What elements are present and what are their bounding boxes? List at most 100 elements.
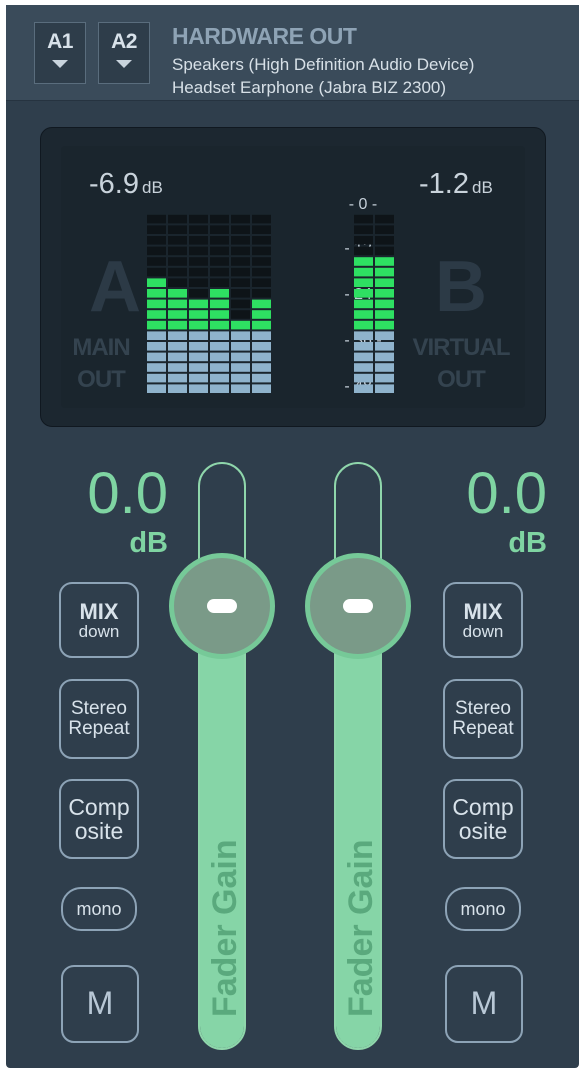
left-meter-bar-3-seg-9 bbox=[210, 289, 229, 298]
left-meter-bar-5-seg-8 bbox=[252, 299, 271, 309]
a2-output-button[interactable]: A2 bbox=[98, 22, 150, 84]
device-name-2[interactable]: Headset Earphone (Jabra BIZ 2300) bbox=[172, 78, 446, 98]
left-meter-bar-0-seg-2 bbox=[147, 363, 166, 372]
chevron-down-icon bbox=[52, 60, 68, 68]
left-meter-bar-4-seg-11 bbox=[231, 267, 250, 277]
left-meter-bar-5-seg-10 bbox=[252, 278, 271, 287]
left-meter-bar-2-seg-8 bbox=[189, 299, 208, 309]
mono-label: mono bbox=[460, 898, 506, 919]
a2-label: A2 bbox=[111, 30, 137, 53]
composite-button-left[interactable]: Comp osite bbox=[59, 779, 139, 859]
left-meter-bar-1-seg-4 bbox=[168, 342, 187, 351]
left-meter-bar-2-seg-15 bbox=[189, 225, 208, 234]
composite-button-right[interactable]: Comp osite bbox=[443, 779, 523, 859]
knob-indicator bbox=[207, 599, 237, 613]
right-meter-bar-1-seg-2 bbox=[375, 363, 394, 372]
gain-value-right: 0.0 bbox=[466, 461, 547, 526]
right-meter-bar-1-seg-14 bbox=[375, 236, 394, 245]
right-meter-bar-0-seg-11 bbox=[354, 267, 373, 277]
left-meter-bar-2-seg-9 bbox=[189, 289, 208, 298]
right-meter-bar-1-seg-9 bbox=[375, 289, 394, 298]
left-meter-bar-2-seg-11 bbox=[189, 267, 208, 277]
right-meter-bar-1-seg-3 bbox=[375, 352, 394, 362]
fader-gain-label-left: Fader Gain bbox=[206, 839, 244, 1017]
mono-button-right[interactable]: mono bbox=[445, 887, 521, 931]
left-meter-bar-2-seg-5 bbox=[189, 331, 208, 340]
hardware-out-panel: A1 A2 HARDWARE OUT Speakers (High Defini… bbox=[6, 5, 579, 1068]
left-meter-bar-4-seg-1 bbox=[231, 373, 250, 383]
fader-knob-right[interactable] bbox=[305, 553, 411, 659]
left-meter-bar-0-seg-4 bbox=[147, 342, 166, 351]
right-meter-bar-1-seg-5 bbox=[375, 331, 394, 340]
left-meter-bar-0-seg-7 bbox=[147, 310, 166, 319]
right-meter-bar-0-seg-6 bbox=[354, 320, 373, 330]
left-meter-bar-4-seg-10 bbox=[231, 278, 250, 287]
fader-gain-label-right: Fader Gain bbox=[342, 839, 380, 1017]
left-meter-bar-2-seg-1 bbox=[189, 373, 208, 383]
left-meter-bar-0-seg-16 bbox=[147, 214, 166, 224]
left-meter-bar-5-seg-6 bbox=[252, 320, 271, 330]
left-meter-bar-3-seg-11 bbox=[210, 267, 229, 277]
left-meter-bar-2-seg-4 bbox=[189, 342, 208, 351]
right-meter-bar-1-seg-0 bbox=[375, 384, 394, 393]
left-meter-bar-4-seg-6 bbox=[231, 320, 250, 330]
header: A1 A2 HARDWARE OUT Speakers (High Defini… bbox=[6, 5, 579, 101]
left-meter-bar-1-seg-3 bbox=[168, 352, 187, 362]
mute-button-right[interactable]: M bbox=[445, 965, 523, 1043]
left-meter-bar-5-seg-3 bbox=[252, 352, 271, 362]
left-meter-bar-3-seg-14 bbox=[210, 236, 229, 245]
right-meter-bar-1-seg-7 bbox=[375, 310, 394, 319]
left-meter-bar-1-seg-11 bbox=[168, 267, 187, 277]
right-meter-bar-0-seg-1 bbox=[354, 373, 373, 383]
left-meter-bar-0-seg-11 bbox=[147, 267, 166, 277]
left-meter-bar-4-seg-4 bbox=[231, 342, 250, 351]
a1-output-button[interactable]: A1 bbox=[34, 22, 86, 84]
mix-down-button-right[interactable]: MIX down bbox=[443, 582, 523, 658]
left-meter-bar-3-seg-6 bbox=[210, 320, 229, 330]
stereo-repeat-button-right[interactable]: Stereo Repeat bbox=[443, 679, 523, 759]
fader-knob-left[interactable] bbox=[169, 553, 275, 659]
right-meter-bar-1-seg-10 bbox=[375, 278, 394, 287]
left-meter-bar-1-seg-12 bbox=[168, 257, 187, 266]
left-meter-bar-0-seg-12 bbox=[147, 257, 166, 266]
right-meter-bar-0-seg-12 bbox=[354, 257, 373, 266]
mix-down-button-left[interactable]: MIX down bbox=[59, 582, 139, 658]
left-meter-bar-0-seg-0 bbox=[147, 384, 166, 393]
device-name-1[interactable]: Speakers (High Definition Audio Device) bbox=[172, 55, 474, 75]
osite-label: osite bbox=[74, 818, 124, 844]
left-meter-bar-4-seg-15 bbox=[231, 225, 250, 234]
left-meter-bar-1-seg-10 bbox=[168, 278, 187, 287]
left-meter-bar-1-seg-2 bbox=[168, 363, 187, 372]
left-meter-bar-0-seg-9 bbox=[147, 289, 166, 298]
meter-screen: -6.9 dB -1.2 dB A MAIN OUT B VIRTUAL OUT -… bbox=[61, 146, 525, 408]
left-meter-bar-3-seg-10 bbox=[210, 278, 229, 287]
repeat-label: Repeat bbox=[68, 718, 130, 739]
mute-button-left[interactable]: M bbox=[61, 965, 139, 1043]
repeat-label: Repeat bbox=[452, 718, 514, 739]
right-meter-bar-1-seg-15 bbox=[375, 225, 394, 234]
left-meter-bar-1-seg-14 bbox=[168, 236, 187, 245]
left-meter-bar-2-seg-6 bbox=[189, 320, 208, 330]
left-meter-bar-0-seg-1 bbox=[147, 373, 166, 383]
left-meter-bar-3-seg-2 bbox=[210, 363, 229, 372]
left-meter-bar-4-seg-7 bbox=[231, 310, 250, 319]
left-meter-bar-5-seg-13 bbox=[252, 246, 271, 256]
stereo-repeat-button-left[interactable]: Stereo Repeat bbox=[59, 679, 139, 759]
right-meter-bar-0-seg-15 bbox=[354, 225, 373, 234]
right-meter-bar-1-seg-11 bbox=[375, 267, 394, 277]
left-meter-bar-1-seg-16 bbox=[168, 214, 187, 224]
left-meter-bar-4-seg-9 bbox=[231, 289, 250, 298]
knob-indicator bbox=[343, 599, 373, 613]
right-meter-bar-0-seg-13 bbox=[354, 246, 373, 256]
right-meter-bar-0-seg-4 bbox=[354, 342, 373, 351]
left-meter-bar-2-seg-3 bbox=[189, 352, 208, 362]
right-meter-bar-0-seg-2 bbox=[354, 363, 373, 372]
mono-button-left[interactable]: mono bbox=[61, 887, 137, 931]
left-meter-bar-1-seg-13 bbox=[168, 246, 187, 256]
right-meter-bar-1-seg-12 bbox=[375, 257, 394, 266]
left-meter-bar-0-seg-3 bbox=[147, 352, 166, 362]
left-meter-bar-4-seg-2 bbox=[231, 363, 250, 372]
mute-label: M bbox=[470, 985, 498, 1022]
hardware-out-title: HARDWARE OUT bbox=[172, 23, 357, 49]
left-meter-bar-2-seg-13 bbox=[189, 246, 208, 256]
